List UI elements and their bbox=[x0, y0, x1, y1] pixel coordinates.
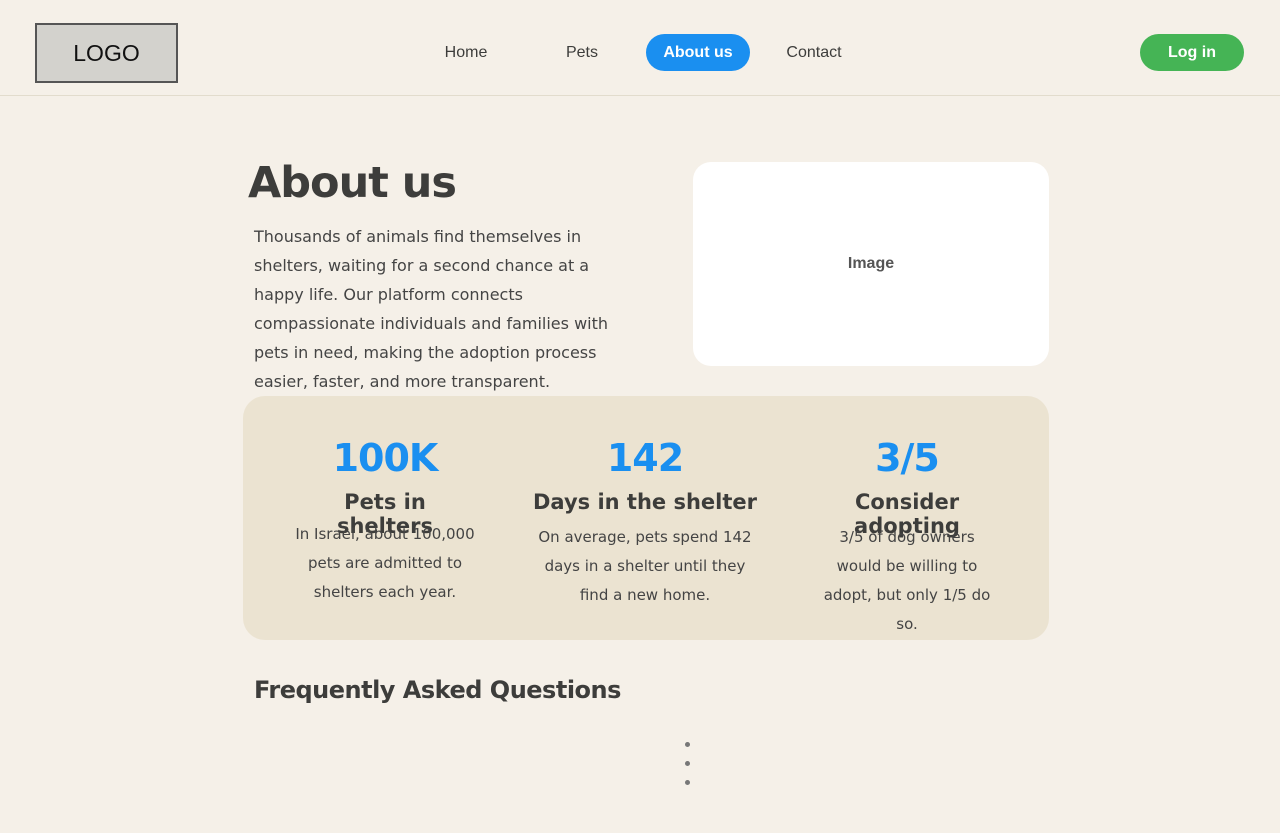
loading-dot bbox=[685, 761, 690, 766]
stat-description: On average, pets spend 142 days in a she… bbox=[538, 528, 752, 604]
stat-consider-adopting: 3/5 Consider adopting 3/5 of dog owners … bbox=[807, 396, 1007, 640]
loading-dot bbox=[685, 742, 690, 747]
stat-days-in-shelter: 142 Days in the shelter On average, pets… bbox=[531, 396, 759, 640]
main-nav: Home Pets About us Contact bbox=[0, 34, 1280, 71]
page-title: About us bbox=[248, 158, 457, 208]
stat-description: In Israel, about 100,000 pets are admitt… bbox=[295, 525, 475, 601]
stat-value: 100K bbox=[332, 436, 439, 480]
stat-value: 142 bbox=[606, 436, 684, 480]
stats-panel: 100K Pets in shelters In Israel, about 1… bbox=[243, 396, 1049, 640]
image-placeholder: Image bbox=[693, 162, 1049, 366]
loading-indicator-icon bbox=[685, 742, 691, 788]
stat-description: 3/5 of dog owners would be willing to ad… bbox=[823, 528, 991, 633]
stat-pets-in-shelters: 100K Pets in shelters In Israel, about 1… bbox=[295, 396, 475, 640]
stat-value: 3/5 bbox=[875, 436, 940, 480]
nav-home[interactable]: Home bbox=[414, 34, 518, 71]
nav-pets[interactable]: Pets bbox=[530, 34, 634, 71]
loading-dot bbox=[685, 780, 690, 785]
image-placeholder-label: Image bbox=[847, 255, 895, 272]
intro-paragraph: Thousands of animals find themselves in … bbox=[254, 227, 609, 391]
faq-title: Frequently Asked Questions bbox=[254, 676, 621, 704]
site-header: LOGO Home Pets About us Contact Log in bbox=[0, 0, 1280, 96]
login-button[interactable]: Log in bbox=[1140, 34, 1244, 71]
stat-label: Days in the shelter bbox=[533, 490, 757, 514]
nav-contact[interactable]: Contact bbox=[762, 34, 866, 71]
nav-about-us[interactable]: About us bbox=[646, 34, 750, 71]
